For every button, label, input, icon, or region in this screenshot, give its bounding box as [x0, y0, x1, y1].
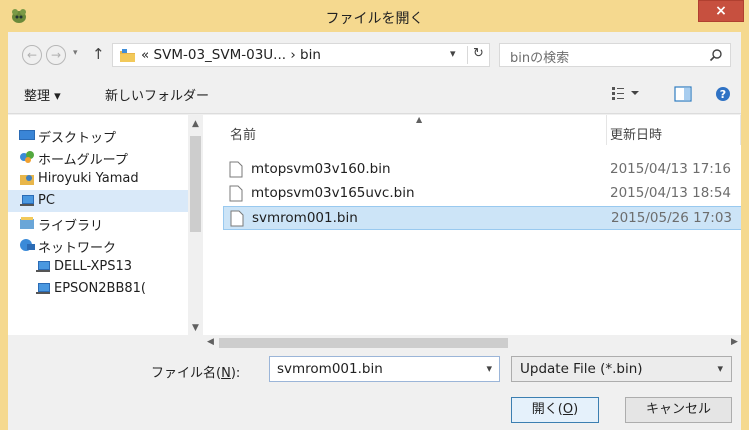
dialog-client: ← → ▾ ↑ « SVM-03_SVM-03U... › bin ▾ ↻ bi… [8, 32, 741, 430]
chevron-down-icon[interactable]: ▾ [717, 362, 723, 375]
computer-icon [36, 261, 50, 272]
sidebar-item-desktop[interactable]: デスクトップ [8, 124, 188, 146]
file-name: mtopsvm03v160.bin [251, 161, 391, 177]
file-name: svmrom001.bin [252, 210, 358, 226]
scroll-left-arrow-icon[interactable]: ◀ [207, 337, 214, 347]
address-path[interactable]: « SVM-03_SVM-03U... › bin [141, 47, 321, 63]
sidebar-item-user[interactable]: Hiroyuki Yamad [8, 168, 188, 190]
sidebar-item-label: EPSON2BB81( [54, 281, 146, 296]
file-icon [230, 210, 244, 227]
filename-value[interactable]: svmrom001.bin [277, 361, 383, 377]
sort-ascending-icon: ▲ [416, 115, 423, 124]
library-icon [20, 217, 34, 229]
sidebar-item-pc[interactable]: PC [8, 190, 188, 212]
desktop-icon [19, 130, 35, 140]
sidebar-item-label: DELL-XPS13 [54, 259, 133, 274]
table-row[interactable]: mtopsvm03v165uvc.bin 2015/04/13 18:54 [223, 182, 741, 206]
horizontal-scrollbar-thumb[interactable] [219, 338, 508, 348]
chevron-down-icon[interactable]: ▾ [486, 362, 492, 375]
sidebar-item-label: ホームグループ [38, 153, 128, 168]
sidebar-item-network[interactable]: ネットワーク [8, 234, 188, 256]
sidebar-item-library[interactable]: ライブラリ [8, 212, 188, 234]
file-date: 2015/04/13 18:54 [610, 185, 732, 201]
folder-icon [120, 49, 135, 62]
preview-pane-icon[interactable] [674, 86, 692, 102]
search-placeholder: binの検索 [510, 51, 570, 66]
forward-button[interactable]: → [46, 45, 66, 65]
sidebar-item-label: Hiroyuki Yamad [38, 171, 139, 186]
title-bar: ファイルを開く × [0, 0, 749, 32]
horizontal-scrollbar[interactable]: ◀ ▶ [203, 335, 741, 351]
cancel-button[interactable]: キャンセル [625, 397, 732, 423]
navigation-bar: ← → ▾ ↑ « SVM-03_SVM-03U... › bin ▾ ↻ bi… [8, 32, 741, 74]
filename-label: ファイル名(N): [151, 366, 241, 381]
column-separator[interactable] [740, 115, 741, 145]
svg-text:?: ? [720, 88, 726, 101]
help-icon[interactable]: ? [715, 86, 731, 102]
pc-icon [20, 195, 34, 206]
filename-input[interactable]: svmrom001.bin ▾ [269, 356, 500, 382]
file-icon [229, 185, 243, 202]
up-button[interactable]: ↑ [92, 45, 105, 63]
view-options-icon[interactable] [611, 86, 641, 100]
file-icon [229, 161, 243, 178]
table-row[interactable]: svmrom001.bin 2015/05/26 17:03 [223, 206, 741, 230]
column-header-name[interactable]: 名前 [230, 124, 256, 143]
column-separator[interactable] [606, 115, 607, 145]
computer-icon [36, 283, 50, 294]
sidebar-scrollbar-thumb[interactable] [190, 136, 201, 232]
sidebar-item-label: デスクトップ [38, 131, 117, 146]
scroll-right-arrow-icon[interactable]: ▶ [731, 337, 738, 347]
search-box[interactable]: binの検索 [499, 43, 731, 67]
scroll-down-arrow-icon[interactable]: ▼ [192, 323, 199, 333]
refresh-button[interactable]: ↻ [473, 46, 484, 61]
file-date: 2015/05/26 17:03 [611, 210, 733, 226]
sidebar-item-dell-xps13[interactable]: DELL-XPS13 [8, 256, 188, 278]
filetype-value: Update File (*.bin) [520, 361, 643, 377]
search-icon[interactable] [709, 48, 723, 62]
table-row[interactable]: mtopsvm03v160.bin 2015/04/13 17:16 [223, 158, 741, 182]
sidebar-item-homegroup[interactable]: ホームグループ [8, 146, 188, 168]
address-dropdown-icon[interactable]: ▾ [450, 47, 456, 60]
address-separator [467, 46, 468, 64]
sidebar-item-epson[interactable]: EPSON2BB81( [8, 278, 188, 300]
close-button[interactable]: × [698, 0, 744, 22]
command-toolbar: 整理 ▾ 新しいフォルダー ? [8, 74, 741, 114]
sidebar-item-label: ライブラリ [38, 219, 104, 234]
homegroup-icon [20, 151, 34, 163]
scroll-up-arrow-icon[interactable]: ▲ [192, 119, 199, 129]
network-icon [20, 239, 35, 251]
new-folder-button[interactable]: 新しいフォルダー [105, 85, 209, 104]
address-bar[interactable]: « SVM-03_SVM-03U... › bin ▾ ↻ [112, 43, 490, 67]
open-button[interactable]: 開く(O) [511, 397, 599, 423]
sidebar-item-label: ネットワーク [38, 241, 117, 256]
sidebar-item-label: PC [38, 193, 55, 208]
organize-menu[interactable]: 整理 ▾ [24, 85, 61, 104]
navigation-pane: デスクトップ ホームグループ Hiroyuki Yamad PC ライブラリ ネ… [8, 115, 203, 335]
file-list: 名前 ▲ 更新日時 mtopsvm03v160.bin 2015/04/13 1… [203, 115, 741, 335]
column-header-date[interactable]: 更新日時 [610, 124, 662, 143]
file-name: mtopsvm03v165uvc.bin [251, 185, 415, 201]
file-date: 2015/04/13 17:16 [610, 161, 732, 177]
user-folder-icon [20, 175, 34, 185]
back-button[interactable]: ← [22, 45, 42, 65]
recent-locations-dropdown[interactable]: ▾ [73, 48, 78, 58]
filetype-select[interactable]: Update File (*.bin) ▾ [511, 356, 732, 382]
dialog-footer: ファイル名(N): svmrom001.bin ▾ Update File (*… [8, 351, 741, 430]
window-title: ファイルを開く [325, 11, 424, 27]
